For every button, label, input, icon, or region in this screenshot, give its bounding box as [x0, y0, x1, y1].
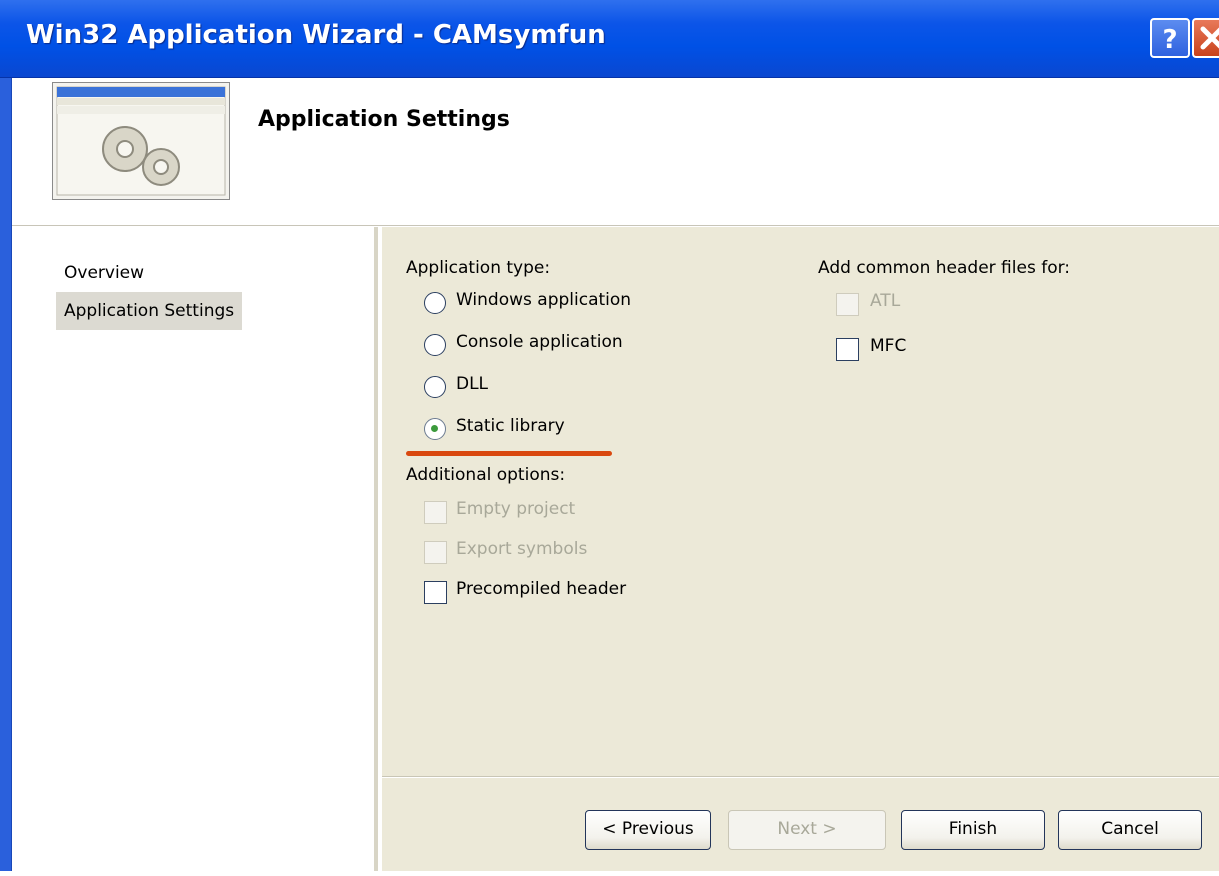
radio-label: Static library	[456, 416, 565, 436]
checkbox-atl[interactable]: ATL	[836, 289, 956, 319]
checkbox[interactable]	[424, 501, 447, 524]
checkbox[interactable]	[836, 293, 859, 316]
radio-label: Windows application	[456, 290, 632, 310]
highlight-underline	[406, 451, 612, 456]
common-headers-label: Add common header files for:	[818, 258, 1071, 278]
window-bottom-edge	[0, 871, 1219, 876]
radio-label: Console application	[456, 332, 623, 352]
checkbox-label: MFC	[870, 336, 907, 356]
wizard-nav: Overview Application Settings	[12, 227, 378, 871]
question-mark-icon: ?	[1162, 25, 1177, 55]
nav-item-overview[interactable]: Overview	[56, 257, 152, 289]
checkbox[interactable]	[836, 338, 859, 361]
radio-static-library[interactable]: Static library	[424, 414, 624, 444]
radio-button[interactable]	[424, 292, 446, 314]
checkbox-label: Export symbols	[456, 539, 588, 559]
checkbox[interactable]	[424, 541, 447, 564]
radio-button[interactable]	[424, 376, 446, 398]
checkbox[interactable]	[424, 581, 447, 604]
nav-item-application-settings[interactable]: Application Settings	[56, 292, 243, 330]
cancel-button[interactable]: Cancel	[1058, 810, 1202, 850]
wizard-window: Win32 Application Wizard - CAMsymfun ? A…	[0, 0, 1219, 876]
page-title: Application Settings	[258, 107, 510, 132]
close-button[interactable]	[1192, 18, 1219, 58]
radio-console-application[interactable]: Console application	[424, 330, 684, 360]
finish-button[interactable]: Finish	[901, 810, 1045, 850]
checkbox-label: Empty project	[456, 499, 576, 519]
radio-button[interactable]	[424, 418, 446, 440]
window-title: Win32 Application Wizard - CAMsymfun	[26, 20, 606, 50]
checkbox-mfc[interactable]: MFC	[836, 334, 956, 364]
checkbox-precompiled-header[interactable]: Precompiled header	[424, 577, 664, 607]
window-frame	[0, 78, 12, 876]
help-button[interactable]: ?	[1150, 18, 1190, 58]
button-divider	[382, 776, 1219, 778]
wizard-header: Application Settings	[12, 78, 1219, 226]
application-type-label: Application type:	[406, 258, 551, 278]
radio-label: DLL	[456, 374, 489, 394]
svg-text:?: ?	[1162, 25, 1177, 55]
previous-button[interactable]: < Previous	[585, 810, 711, 850]
additional-options-label: Additional options:	[406, 465, 566, 485]
checkbox-empty-project[interactable]: Empty project	[424, 497, 644, 527]
checkbox-label: Precompiled header	[456, 579, 627, 599]
radio-dll[interactable]: DLL	[424, 372, 544, 402]
next-button[interactable]: Next >	[728, 810, 886, 850]
radio-button[interactable]	[424, 334, 446, 356]
gears-wizard-icon	[52, 82, 230, 200]
checkbox-export-symbols[interactable]: Export symbols	[424, 537, 644, 567]
checkbox-label: ATL	[870, 291, 901, 311]
title-bar[interactable]: Win32 Application Wizard - CAMsymfun ?	[0, 0, 1219, 78]
close-icon	[1200, 26, 1219, 50]
radio-windows-application[interactable]: Windows application	[424, 288, 684, 318]
